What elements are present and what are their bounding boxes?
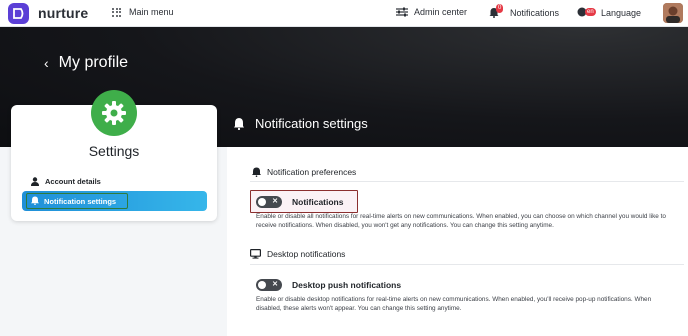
language-badge: en [585, 8, 596, 16]
bell-icon [252, 167, 261, 177]
settings-gear-badge [91, 90, 137, 136]
sidebar-item-label: Notification settings [44, 197, 117, 206]
bell-icon: 0 [489, 4, 504, 18]
notification-settings-title: Notification settings [255, 116, 368, 131]
desktop-push-description: Enable or disable desktop notifications … [256, 296, 652, 312]
close-icon: ✕ [272, 281, 278, 288]
divider [250, 264, 684, 265]
bell-icon [234, 118, 244, 130]
notifications-label: Notifications [510, 7, 560, 18]
divider [250, 181, 684, 182]
user-icon [31, 177, 39, 186]
language-icon: en [577, 7, 596, 18]
notification-preferences-heading: Notification preferences [252, 167, 356, 177]
grid-icon [112, 7, 121, 17]
notification-settings-heading: Notification settings [233, 116, 368, 131]
notifications-description: Enable or disable all notifications for … [256, 213, 666, 229]
close-icon: ✕ [272, 198, 278, 205]
app-name: nurture [38, 5, 89, 21]
logo-icon [13, 8, 24, 19]
settings-title: Settings [88, 143, 140, 159]
admin-center-label: Admin center [414, 7, 468, 17]
sidebar-item-label: Account details [45, 177, 101, 186]
main-menu-button[interactable]: Main menu [112, 7, 174, 17]
desktop-push-toggle-label: Desktop push notifications [292, 280, 402, 290]
notifications-button[interactable]: 0 Notifications [489, 4, 560, 18]
language-label: Language [601, 7, 642, 18]
section-title: Desktop notifications [267, 249, 346, 259]
admin-center-button[interactable]: Admin center [396, 7, 467, 17]
section-title: Notification preferences [267, 167, 357, 177]
desktop-push-toggle[interactable]: ✕ [256, 279, 282, 291]
notifications-badge: 0 [496, 4, 504, 13]
language-button[interactable]: en Language [577, 7, 641, 18]
monitor-icon [250, 249, 261, 259]
sliders-icon [396, 7, 408, 17]
notifications-toggle-row[interactable]: ✕ Notifications [256, 196, 343, 208]
page-title: My profile [58, 54, 129, 71]
notifications-toggle-label: Notifications [292, 197, 344, 207]
user-avatar[interactable] [663, 3, 683, 23]
desktop-notifications-heading: Desktop notifications [250, 249, 345, 259]
main-menu-label: Main menu [129, 7, 174, 17]
gear-icon [102, 101, 126, 125]
desktop-push-toggle-row[interactable]: ✕ Desktop push notifications [256, 279, 401, 291]
top-bar: nurture Main menu Admin center 0 Notific… [0, 0, 688, 27]
chevron-left-icon: ‹ [44, 55, 49, 71]
back-to-profile[interactable]: ‹ My profile [44, 54, 128, 72]
nurture-logo[interactable] [8, 3, 29, 24]
bell-icon [31, 196, 39, 205]
sidebar-item-account-details[interactable]: Account details [31, 177, 101, 186]
notifications-toggle[interactable]: ✕ [256, 196, 282, 208]
